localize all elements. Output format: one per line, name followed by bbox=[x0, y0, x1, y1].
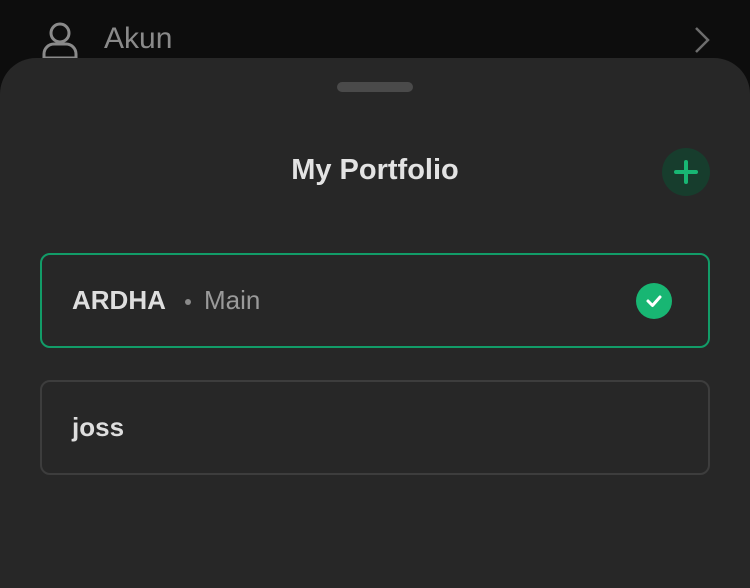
portfolio-subtitle: Main bbox=[204, 285, 261, 315]
portfolio-name: ARDHA bbox=[72, 285, 166, 315]
separator-dot bbox=[185, 299, 191, 305]
menu-item-label: Akun bbox=[104, 22, 173, 55]
portfolio-bottom-sheet: My Portfolio ARDHA Main joss bbox=[0, 58, 750, 588]
portfolio-name: joss bbox=[72, 412, 125, 442]
sheet-title: My Portfolio bbox=[291, 154, 459, 186]
portfolio-item-joss[interactable]: joss bbox=[40, 380, 710, 475]
selected-check-icon bbox=[636, 283, 672, 319]
portfolio-item-ardha[interactable]: ARDHA Main bbox=[40, 253, 710, 348]
plus-icon bbox=[674, 160, 698, 184]
drag-handle[interactable] bbox=[337, 82, 413, 92]
add-portfolio-button[interactable] bbox=[662, 148, 710, 196]
user-icon bbox=[42, 22, 78, 60]
chevron-right-icon bbox=[695, 27, 710, 53]
